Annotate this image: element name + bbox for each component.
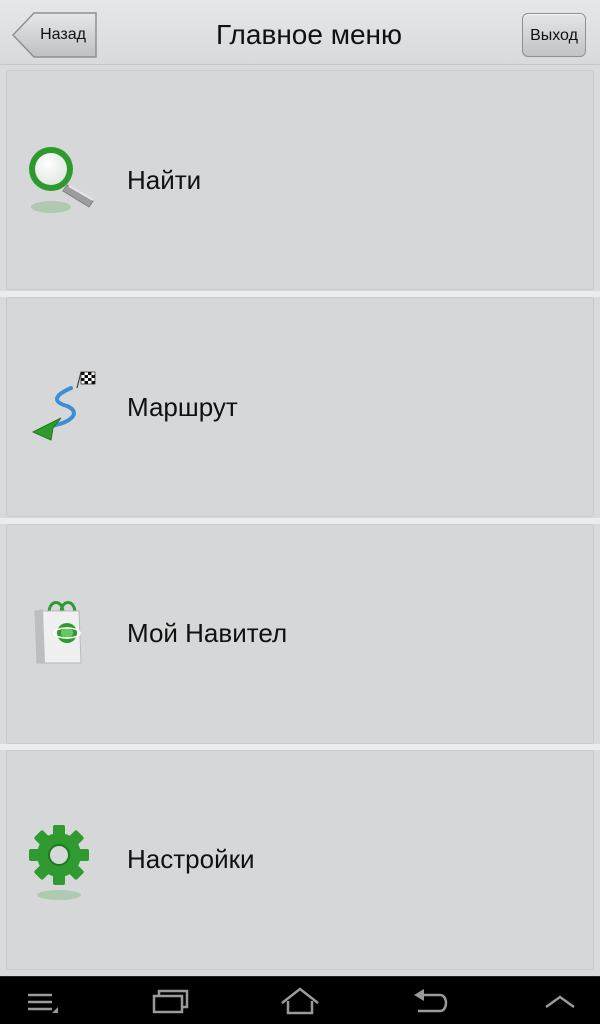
- back-icon[interactable]: [400, 977, 460, 1024]
- recent-apps-icon[interactable]: [140, 977, 200, 1024]
- system-nav-bar: [0, 976, 600, 1024]
- back-button[interactable]: Назад: [12, 12, 98, 58]
- up-icon[interactable]: [532, 977, 592, 1024]
- header-bar: Назад Главное меню Выход: [0, 0, 600, 65]
- menu-item-my-navitel[interactable]: Мой Навител: [6, 524, 594, 744]
- main-menu-screen: Назад Главное меню Выход Найти Маршрут М…: [0, 0, 600, 1024]
- menu-item-my-navitel-label: Мой Навител: [127, 618, 288, 648]
- shopping-bag-icon: [23, 593, 103, 673]
- route-icon: [23, 368, 103, 448]
- menu-item-route[interactable]: Маршрут: [6, 297, 594, 517]
- gear-icon: [23, 821, 103, 901]
- menu-item-search[interactable]: Найти: [6, 70, 594, 290]
- menu-item-settings[interactable]: Настройки: [6, 750, 594, 970]
- menu-item-route-label: Маршрут: [127, 392, 238, 422]
- page-title: Главное меню: [215, 19, 403, 50]
- menu-item-search-label: Найти: [127, 165, 202, 195]
- exit-button[interactable]: Выход: [522, 13, 586, 57]
- menu-item-settings-label: Настройки: [127, 844, 255, 874]
- menu-icon[interactable]: [12, 977, 72, 1024]
- home-icon[interactable]: [270, 977, 330, 1024]
- back-button-label: Назад: [40, 26, 86, 43]
- magnifier-icon: [23, 139, 103, 219]
